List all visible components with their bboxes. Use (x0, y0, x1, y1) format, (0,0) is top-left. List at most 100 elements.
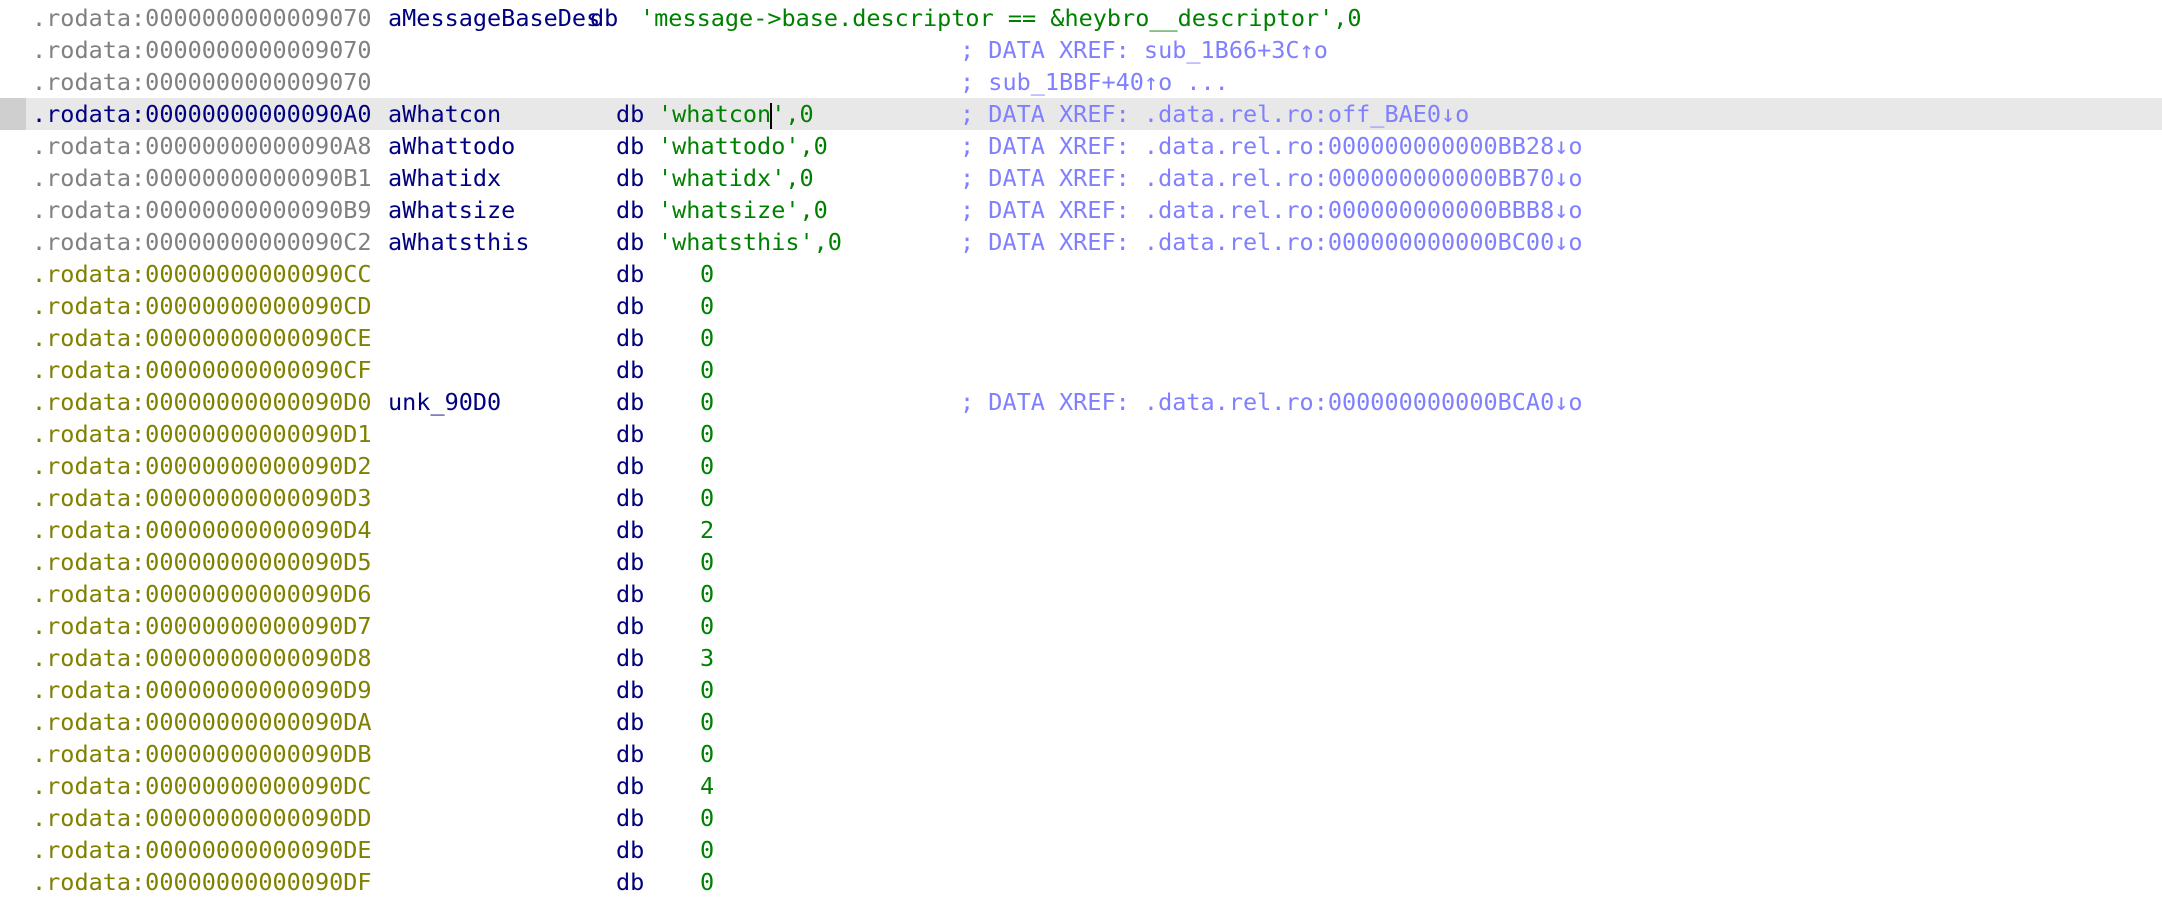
line-label-name[interactable]: unk_90D0 (388, 386, 501, 418)
listing-line[interactable]: .rodata:00000000000090DA db 0 (0, 706, 2162, 738)
line-address[interactable]: .rodata:00000000000090CC (32, 258, 372, 290)
line-address[interactable]: .rodata:00000000000090CF (32, 354, 372, 386)
line-operand-string[interactable]: 'whatsthis',0 (658, 226, 842, 258)
line-address[interactable]: .rodata:00000000000090DC (32, 770, 372, 802)
line-label-name[interactable]: aWhattodo (388, 130, 515, 162)
line-address[interactable]: .rodata:00000000000090CE (32, 322, 372, 354)
listing-line[interactable]: .rodata:0000000000009070 ; DATA XREF: sub… (0, 34, 2162, 66)
listing-line[interactable]: .rodata:00000000000090B9 aWhatsize db 'what… (0, 194, 2162, 226)
line-xref-comment[interactable]: ; DATA XREF: .data.rel.ro:000000000000BB… (960, 130, 1583, 162)
listing-line[interactable]: .rodata:00000000000090DF db 0 (0, 866, 2162, 898)
line-xref-comment[interactable]: ; DATA XREF: .data.rel.ro:000000000000BB… (960, 194, 1583, 226)
line-directive: db (616, 580, 645, 608)
line-operand-value[interactable]: 0 (700, 290, 714, 322)
listing-line[interactable]: .rodata:00000000000090D0 unk_90D0 db 0 ; DAT… (0, 386, 2162, 418)
listing-line[interactable]: .rodata:00000000000090DD db 0 (0, 802, 2162, 834)
line-address[interactable]: .rodata:00000000000090D0 (32, 386, 372, 418)
line-address[interactable]: .rodata:00000000000090D2 (32, 450, 372, 482)
line-operand-value[interactable]: 0 (700, 802, 714, 834)
line-xref-comment[interactable]: ; sub_1BBF+40↑o ... (960, 66, 1229, 98)
line-address[interactable]: .rodata:00000000000090D3 (32, 482, 372, 514)
line-operand-string[interactable]: 'message->base.descriptor == &heybro__de… (640, 2, 1362, 34)
listing-line[interactable]: .rodata:00000000000090B1 aWhatidx db 'whati… (0, 162, 2162, 194)
listing-line[interactable]: .rodata:00000000000090DB db 0 (0, 738, 2162, 770)
line-address[interactable]: .rodata:00000000000090A0 (32, 98, 372, 130)
listing-line[interactable]: .rodata:0000000000009070 aMessageBaseDes d… (0, 2, 2162, 34)
line-operand-value[interactable]: 0 (700, 834, 714, 866)
line-address[interactable]: .rodata:00000000000090D7 (32, 610, 372, 642)
line-xref-comment[interactable]: ; DATA XREF: .data.rel.ro:000000000000BC… (960, 226, 1583, 258)
line-address[interactable]: .rodata:00000000000090DD (32, 802, 372, 834)
listing-line[interactable]: .rodata:00000000000090CC db 0 (0, 258, 2162, 290)
line-directive: db (616, 516, 645, 544)
line-xref-comment[interactable]: ; DATA XREF: .data.rel.ro:000000000000BC… (960, 386, 1583, 418)
line-address[interactable]: .rodata:0000000000009070 (32, 2, 372, 34)
line-xref-comment[interactable]: ; DATA XREF: sub_1B66+3C↑o (960, 34, 1328, 66)
line-address[interactable]: .rodata:00000000000090CD (32, 290, 372, 322)
line-address[interactable]: .rodata:00000000000090B1 (32, 162, 372, 194)
line-xref-comment[interactable]: ; DATA XREF: .data.rel.ro:off_BAE0↓o (960, 98, 1469, 130)
line-operand-value[interactable]: 0 (700, 450, 714, 482)
line-xref-comment[interactable]: ; DATA XREF: .data.rel.ro:000000000000BB… (960, 162, 1583, 194)
line-operand-value[interactable]: 0 (700, 386, 714, 418)
line-label-name[interactable]: aWhatsthis (388, 226, 529, 258)
listing-line[interactable]: .rodata:0000000000009070 ; sub_1BBF+40↑o … (0, 66, 2162, 98)
line-address[interactable]: .rodata:00000000000090B9 (32, 194, 372, 226)
line-operand-value[interactable]: 3 (700, 642, 714, 674)
line-address[interactable]: .rodata:00000000000090DA (32, 706, 372, 738)
line-operand-value[interactable]: 0 (700, 482, 714, 514)
line-address[interactable]: .rodata:00000000000090DF (32, 866, 372, 898)
listing-line[interactable]: .rodata:00000000000090D5 db 0 (0, 546, 2162, 578)
listing-line[interactable]: .rodata:00000000000090DC db 4 (0, 770, 2162, 802)
line-address[interactable]: .rodata:00000000000090D9 (32, 674, 372, 706)
line-operand-string[interactable]: 'whatidx',0 (658, 162, 814, 194)
line-operand-string[interactable]: 'whatcon',0 (658, 98, 814, 130)
listing-line[interactable]: .rodata:00000000000090CF db 0 (0, 354, 2162, 386)
line-operand-string[interactable]: 'whattodo',0 (658, 130, 828, 162)
listing-line-selected[interactable]: .rodata:00000000000090A0 aWhatcon db 'whatc… (0, 98, 2162, 130)
listing-line[interactable]: .rodata:00000000000090CE db 0 (0, 322, 2162, 354)
listing-line[interactable]: .rodata:00000000000090D9 db 0 (0, 674, 2162, 706)
listing-line[interactable]: .rodata:00000000000090C2 aWhatsthis db 'wha… (0, 226, 2162, 258)
line-operand-value[interactable]: 0 (700, 866, 714, 898)
line-operand-value[interactable]: 0 (700, 706, 714, 738)
line-operand-value[interactable]: 0 (700, 322, 714, 354)
line-operand-value[interactable]: 0 (700, 674, 714, 706)
listing-line[interactable]: .rodata:00000000000090D8 db 3 (0, 642, 2162, 674)
line-operand-value[interactable]: 0 (700, 258, 714, 290)
listing-line[interactable]: .rodata:00000000000090D7 db 0 (0, 610, 2162, 642)
line-address[interactable]: .rodata:00000000000090D4 (32, 514, 372, 546)
line-label-name[interactable]: aWhatidx (388, 162, 501, 194)
line-address[interactable]: .rodata:00000000000090C2 (32, 226, 372, 258)
line-address[interactable]: .rodata:00000000000090D8 (32, 642, 372, 674)
line-operand-value[interactable]: 2 (700, 514, 714, 546)
listing-line[interactable]: .rodata:00000000000090D2 db 0 (0, 450, 2162, 482)
line-label-name[interactable]: aWhatsize (388, 194, 515, 226)
line-operand-value[interactable]: 4 (700, 770, 714, 802)
line-label-name[interactable]: aMessageBaseDes (388, 2, 600, 34)
listing-line[interactable]: .rodata:00000000000090D6 db 0 (0, 578, 2162, 610)
line-operand-value[interactable]: 0 (700, 418, 714, 450)
line-address[interactable]: .rodata:00000000000090D1 (32, 418, 372, 450)
listing-line[interactable]: .rodata:00000000000090CD db 0 (0, 290, 2162, 322)
line-operand-value[interactable]: 0 (700, 578, 714, 610)
line-operand-string[interactable]: 'whatsize',0 (658, 194, 828, 226)
listing-line[interactable]: .rodata:00000000000090D4 db 2 (0, 514, 2162, 546)
line-address[interactable]: .rodata:00000000000090DE (32, 834, 372, 866)
line-address[interactable]: .rodata:00000000000090DB (32, 738, 372, 770)
line-operand-value[interactable]: 0 (700, 610, 714, 642)
listing-line[interactable]: .rodata:00000000000090D1 db 0 (0, 418, 2162, 450)
line-operand-value[interactable]: 0 (700, 354, 714, 386)
disassembly-listing[interactable]: .rodata:0000000000009070 aMessageBaseDes d… (0, 2, 2162, 898)
line-address[interactable]: .rodata:0000000000009070 (32, 66, 372, 98)
line-operand-value[interactable]: 0 (700, 738, 714, 770)
line-address[interactable]: .rodata:00000000000090D5 (32, 546, 372, 578)
line-address[interactable]: .rodata:0000000000009070 (32, 34, 372, 66)
line-address[interactable]: .rodata:00000000000090A8 (32, 130, 372, 162)
listing-line[interactable]: .rodata:00000000000090DE db 0 (0, 834, 2162, 866)
listing-line[interactable]: .rodata:00000000000090A8 aWhattodo db 'what… (0, 130, 2162, 162)
line-label-name[interactable]: aWhatcon (388, 98, 501, 130)
line-operand-value[interactable]: 0 (700, 546, 714, 578)
line-address[interactable]: .rodata:00000000000090D6 (32, 578, 372, 610)
listing-line[interactable]: .rodata:00000000000090D3 db 0 (0, 482, 2162, 514)
